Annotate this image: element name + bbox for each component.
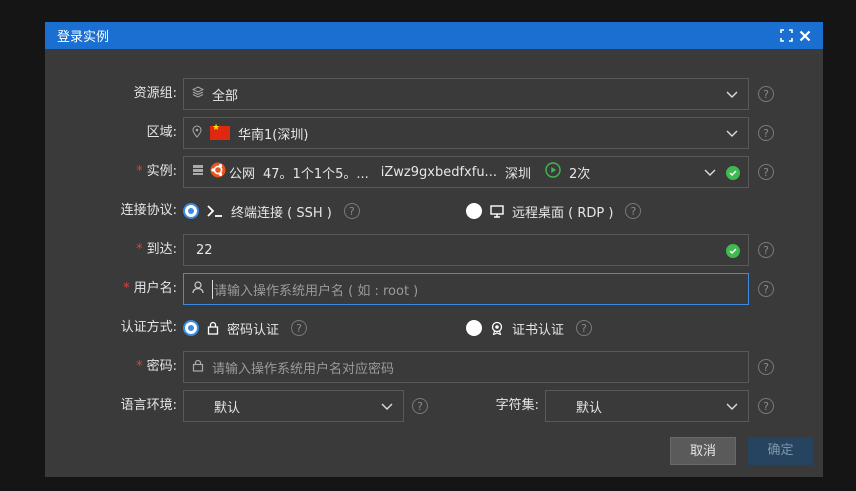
username-placeholder: 请输入操作系统用户名 ( 如 : root ) <box>212 279 418 299</box>
chevron-down-icon <box>726 88 738 104</box>
help-icon[interactable]: ? <box>758 281 774 297</box>
ok-button[interactable]: 确定 <box>748 437 813 465</box>
instance-id: iZwz9gxbedfxfu... <box>380 164 497 180</box>
locale-value: 默认 <box>214 400 241 416</box>
radio-unselected[interactable] <box>466 203 482 219</box>
terminal-icon <box>207 205 223 217</box>
radio-selected[interactable] <box>183 320 199 336</box>
help-icon[interactable]: ? <box>758 398 774 414</box>
radio-unselected[interactable] <box>466 320 482 336</box>
instance-select[interactable]: 公网 47。1个1个5。... iZwz9gxbedfxfu... 深圳 2次 <box>183 156 749 188</box>
protocol-rdp-label: 远程桌面 ( RDP ) <box>512 205 614 221</box>
ubuntu-logo-icon <box>210 162 226 182</box>
username-input[interactable]: 请输入操作系统用户名 ( 如 : root ) <box>183 273 749 305</box>
radio-selected[interactable] <box>183 203 199 219</box>
charset-label: 字符集: <box>495 398 539 413</box>
username-row: * 用户名: 请输入操作系统用户名 ( 如 : root ) ? <box>45 273 823 305</box>
instance-row: * 实例: 公网 47。1个1个5。... iZwz9gxbedfxfu... 深… <box>45 156 823 188</box>
protocol-ssh-option[interactable]: 终端连接 ( SSH ) ? <box>183 195 360 227</box>
chevron-down-icon <box>381 400 393 416</box>
region-select[interactable]: 华南1(深圳) <box>183 117 749 149</box>
resource-group-select[interactable]: 全部 <box>183 78 749 110</box>
username-label: * 用户名: <box>123 281 177 296</box>
help-icon[interactable]: ? <box>758 164 774 180</box>
help-icon[interactable]: ? <box>758 359 774 375</box>
resource-group-value: 全部 <box>212 88 239 104</box>
valid-check-icon <box>726 166 740 180</box>
auth-password-option[interactable]: 密码认证 ? <box>183 312 308 344</box>
port-value: 22 <box>196 242 213 258</box>
region-label: 区域: <box>146 125 177 140</box>
maximize-icon[interactable] <box>780 29 793 42</box>
password-label: * 密码: <box>136 359 177 374</box>
china-flag-icon <box>210 123 230 140</box>
protocol-row: 连接协议: 终端连接 ( SSH ) ? 远程桌面 ( RDP ) ? <box>45 195 823 227</box>
charset-select[interactable]: 默认 <box>545 390 749 422</box>
layers-icon <box>191 86 205 102</box>
protocol-ssh-label: 终端连接 ( SSH ) <box>231 205 332 221</box>
password-input[interactable]: 请输入操作系统用户名对应密码 <box>183 351 749 383</box>
help-icon[interactable]: ? <box>576 320 593 336</box>
resource-group-row: 资源组: 全部 ? <box>45 78 823 110</box>
user-icon <box>192 280 204 298</box>
help-icon[interactable]: ? <box>291 320 308 336</box>
help-icon[interactable]: ? <box>758 125 774 141</box>
valid-check-icon <box>726 244 740 258</box>
dialog-titlebar: 登录实例 <box>45 22 823 49</box>
chevron-down-icon <box>704 166 716 182</box>
charset-value: 默认 <box>576 400 603 416</box>
dialog-title: 登录实例 <box>57 30 110 45</box>
port-label: * 到达: <box>136 242 177 257</box>
help-icon[interactable]: ? <box>343 203 360 219</box>
help-icon[interactable]: ? <box>758 86 774 102</box>
chevron-down-icon <box>726 400 738 416</box>
auth-label: 认证方式: <box>120 320 177 335</box>
locale-charset-row: 语言环境: 默认 ? 字符集: 默认 ? <box>45 390 823 422</box>
instance-os-name: 公网 <box>229 166 256 182</box>
close-icon[interactable] <box>799 30 811 42</box>
auth-row: 认证方式: 密码认证 ? 证书认证 ? <box>45 312 823 344</box>
port-row: * 到达: 22 ? <box>45 234 823 266</box>
instance-count: 2次 <box>568 166 591 182</box>
locale-select[interactable]: 默认 <box>183 390 404 422</box>
cancel-button[interactable]: 取消 <box>670 437 736 465</box>
password-row: * 密码: 请输入操作系统用户名对应密码 ? <box>45 351 823 383</box>
auth-certificate-option[interactable]: 证书认证 ? <box>466 312 593 344</box>
help-icon[interactable]: ? <box>412 398 428 414</box>
region-value: 华南1(深圳) <box>238 127 309 143</box>
help-icon[interactable]: ? <box>625 203 642 219</box>
help-icon[interactable]: ? <box>758 242 774 258</box>
login-instance-dialog: 登录实例 资源组: 全部 ? 区域: ★ 华南1(深圳) ? * 实例: 公网 … <box>45 22 823 477</box>
chevron-down-icon <box>726 127 738 143</box>
port-input[interactable]: 22 <box>183 234 749 266</box>
auth-password-label: 密码认证 <box>227 322 280 338</box>
protocol-rdp-option[interactable]: 远程桌面 ( RDP ) ? <box>466 195 642 227</box>
region-row: 区域: 华南1(深圳) ? <box>45 117 823 149</box>
instance-city: 深圳 <box>504 166 531 182</box>
monitor-icon <box>490 204 504 218</box>
instance-ip: 47。1个1个5。... <box>263 166 369 182</box>
instance-label: * 实例: <box>136 164 177 179</box>
resource-group-label: 资源组: <box>133 86 177 101</box>
certificate-icon <box>490 321 504 335</box>
location-pin-icon <box>192 125 202 142</box>
protocol-label: 连接协议: <box>120 203 177 218</box>
play-circle-icon <box>545 162 561 182</box>
auth-certificate-label: 证书认证 <box>512 322 565 338</box>
lock-icon <box>192 359 204 376</box>
server-icon <box>192 164 204 180</box>
password-placeholder: 请输入操作系统用户名对应密码 <box>212 361 395 377</box>
locale-label: 语言环境: <box>120 398 177 413</box>
lock-icon <box>207 321 219 335</box>
